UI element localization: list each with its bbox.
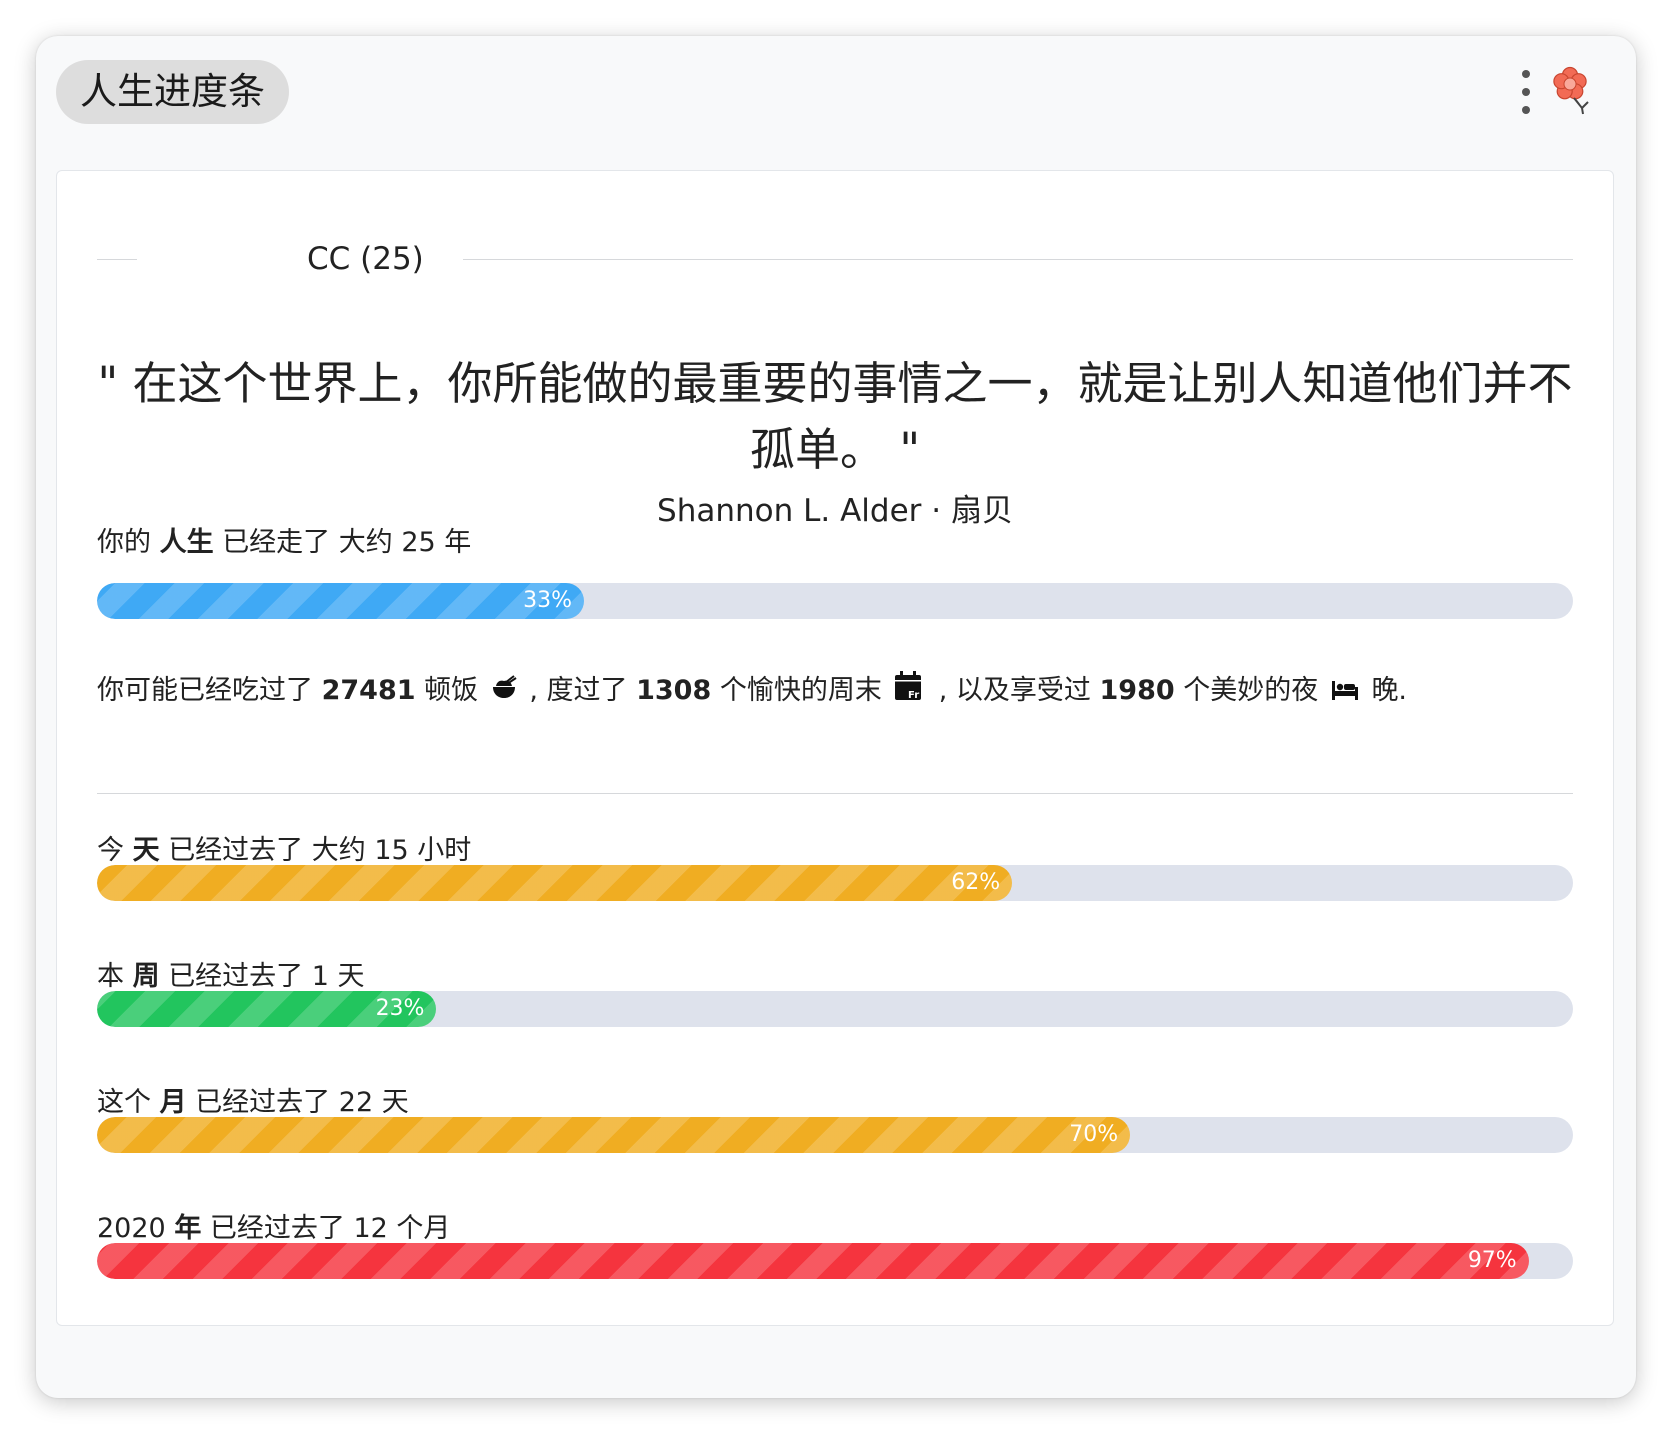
year-label-subject: 年 xyxy=(174,1213,202,1244)
week-progress-fill: 23% xyxy=(97,991,437,1027)
header: 人生进度条 xyxy=(36,36,1636,166)
nights-unit: 个美妙的夜 xyxy=(1183,675,1319,706)
life-progress-fill: 33% xyxy=(97,583,585,619)
meals-unit: 顿饭 xyxy=(424,675,479,706)
year-label-prefix: 2020 xyxy=(97,1213,166,1244)
stats-part1: 你可能已经吃过了 xyxy=(97,675,313,706)
month-label-suffix: 已经过去了 22 天 xyxy=(195,1087,409,1118)
week-label-subject: 周 xyxy=(132,961,160,992)
week-progress-bar: 23% xyxy=(97,991,1573,1027)
life-label-prefix: 你的 xyxy=(97,527,151,558)
nights-count: 1980 xyxy=(1099,675,1175,706)
quote: " 在这个世界上，你所能做的最重要的事情之一，就是让别人知道他们并不孤单。 " xyxy=(97,351,1573,483)
life-label: 你的 人生 已经走了 大约 25 年 xyxy=(97,523,471,563)
meals-count: 27481 xyxy=(321,675,416,706)
bed-icon xyxy=(1331,673,1359,713)
more-vertical-icon[interactable] xyxy=(1516,70,1536,114)
day-label-subject: 天 xyxy=(132,835,160,866)
app-window: 人生进度条 CC (25) " 在这个世界上，你所能做的最重要的事情之一，就是让… xyxy=(36,36,1636,1398)
life-label-suffix: 已经走了 大约 25 年 xyxy=(222,527,472,558)
life-progress-bar: 33% xyxy=(97,583,1573,619)
week-label-prefix: 本 xyxy=(97,961,124,992)
week-progress-percent: 23% xyxy=(375,996,425,1021)
month-label-subject: 月 xyxy=(159,1087,187,1118)
month-progress-bar: 70% xyxy=(97,1117,1573,1153)
quote-text: 在这个世界上，你所能做的最重要的事情之一，就是让别人知道他们并不孤单。 xyxy=(132,357,1573,476)
calendar-fri-icon: Fr xyxy=(894,671,926,719)
section-divider xyxy=(97,793,1573,794)
calendar-day-text: Fr xyxy=(908,690,920,701)
day-label-prefix: 今 xyxy=(97,835,124,866)
day-progress-fill: 62% xyxy=(97,865,1013,901)
profile-name: CC (25) xyxy=(307,241,424,277)
life-stats: 你可能已经吃过了 27481 顿饭 , 度过了 1308 个愉快的周末 Fr ,… xyxy=(97,671,1573,719)
progress-card: CC (25) " 在这个世界上，你所能做的最重要的事情之一，就是让别人知道他们… xyxy=(56,170,1614,1326)
divider-right xyxy=(463,259,1573,260)
month-progress-percent: 70% xyxy=(1069,1122,1119,1147)
stats-part4: 晚. xyxy=(1371,675,1408,706)
quote-open-mark: " xyxy=(97,357,119,410)
year-progress-bar: 97% xyxy=(97,1243,1573,1279)
divider-left xyxy=(97,259,137,260)
app-title: 人生进度条 xyxy=(56,60,289,124)
week-label-suffix: 已经过去了 1 天 xyxy=(168,961,365,992)
flower-icon[interactable] xyxy=(1550,64,1600,120)
quote-close-mark: " xyxy=(899,423,921,476)
year-progress-percent: 97% xyxy=(1467,1248,1517,1273)
stats-part3: , 以及享受过 xyxy=(938,675,1091,706)
weekends-count: 1308 xyxy=(636,675,712,706)
life-label-subject: 人生 xyxy=(159,527,214,558)
life-progress-percent: 33% xyxy=(523,588,573,613)
day-label-suffix: 已经过去了 大约 15 小时 xyxy=(168,835,472,866)
day-progress-percent: 62% xyxy=(951,870,1001,895)
year-label-suffix: 已经过去了 12 个月 xyxy=(209,1213,451,1244)
month-progress-fill: 70% xyxy=(97,1117,1131,1153)
profile-heading: CC (25) xyxy=(97,235,1573,283)
month-label-prefix: 这个 xyxy=(97,1087,151,1118)
rice-bowl-icon xyxy=(491,673,517,713)
day-progress-bar: 62% xyxy=(97,865,1573,901)
year-progress-fill: 97% xyxy=(97,1243,1529,1279)
weekends-unit: 个愉快的周末 xyxy=(719,675,882,706)
stats-part2: , 度过了 xyxy=(529,675,628,706)
